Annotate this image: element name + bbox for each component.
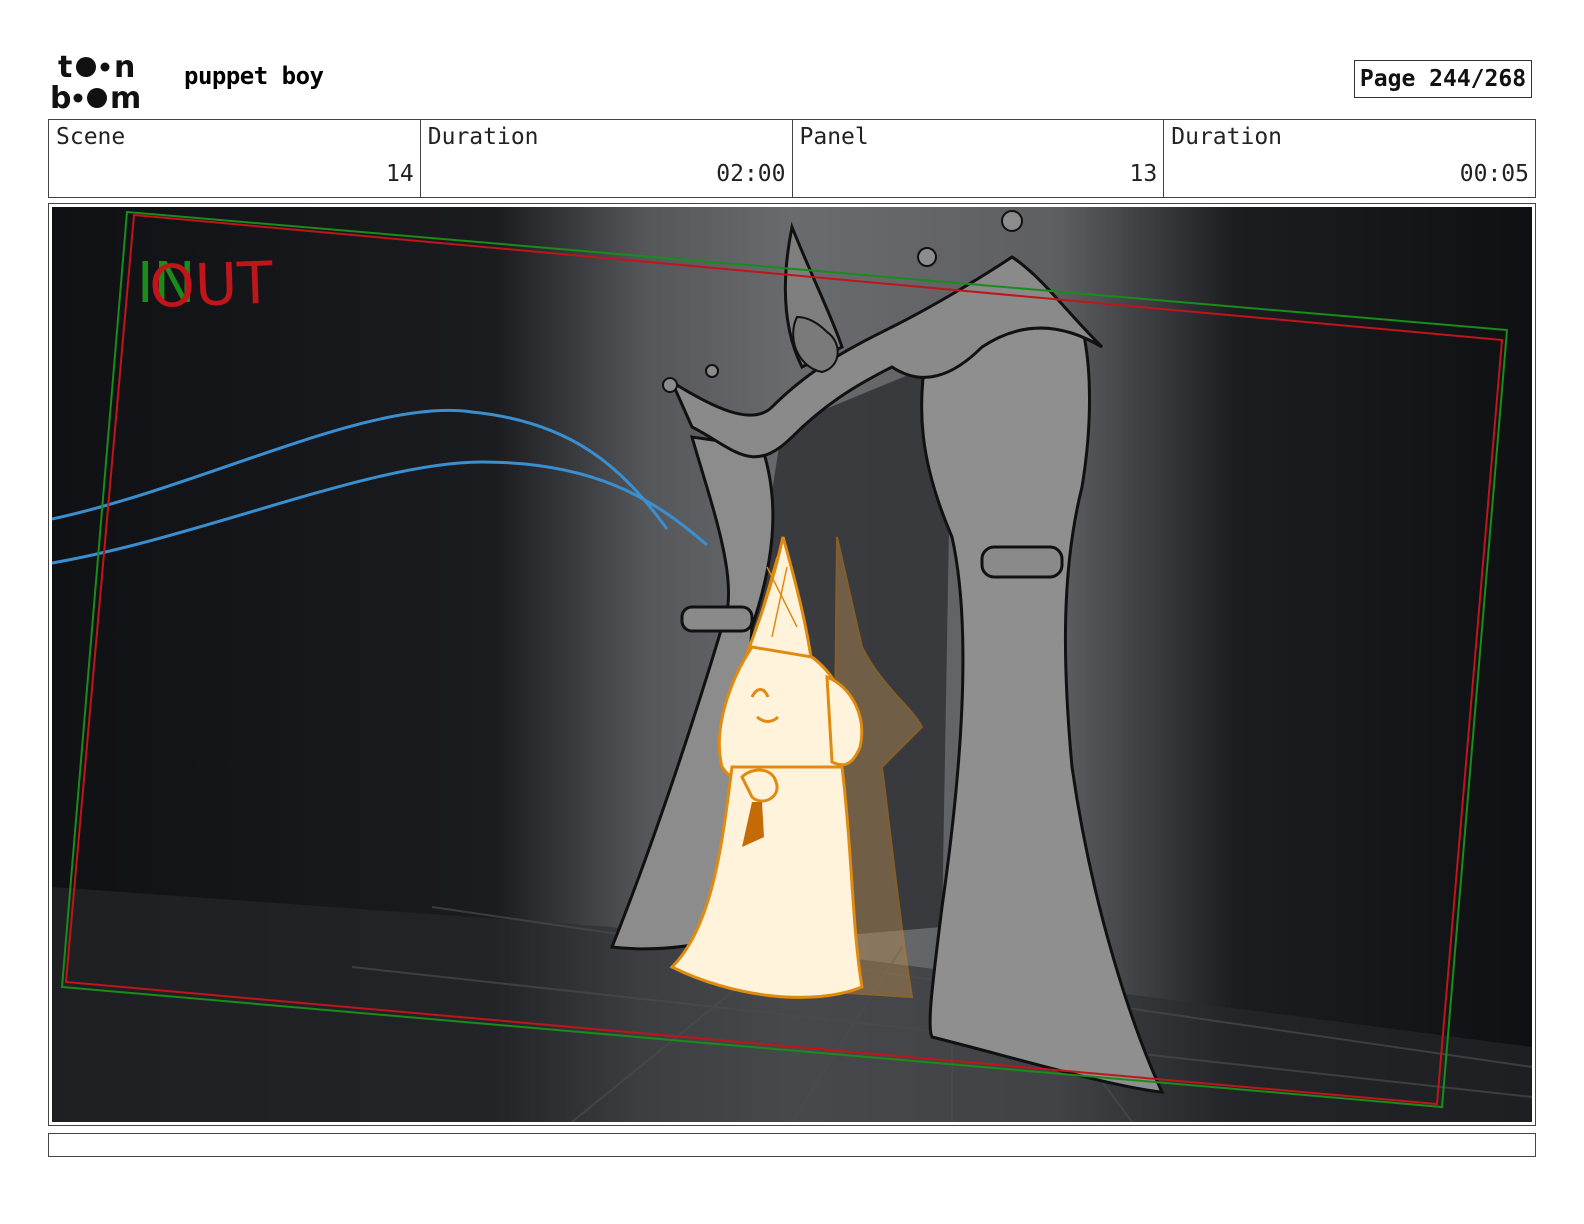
panel-info-row: Scene 14 Duration 02:00 Panel 13 Duratio… — [48, 119, 1536, 198]
storyboard-panel: IN OUT — [48, 203, 1536, 1126]
scene-cell: Scene 14 — [49, 120, 421, 197]
scene-duration-cell: Duration 02:00 — [421, 120, 793, 197]
scene-duration-label: Duration — [427, 124, 539, 150]
toon-boom-logo: t n b m — [50, 50, 141, 112]
svg-text:n: n — [114, 50, 135, 85]
panel-duration-cell: Duration 00:05 — [1164, 120, 1535, 197]
scene-duration-value: 02:00 — [716, 161, 786, 187]
camera-out-label: OUT — [148, 249, 274, 321]
panel-duration-label: Duration — [1171, 124, 1283, 150]
panel-value: 13 — [1129, 161, 1158, 187]
panel-notes — [48, 1133, 1536, 1157]
svg-text:m: m — [110, 81, 141, 112]
panel-drawing: IN OUT — [52, 207, 1532, 1122]
panel-cell: Panel 13 — [793, 120, 1165, 197]
svg-text:b: b — [50, 81, 71, 112]
project-title: puppet boy — [184, 62, 324, 90]
panel-label: Panel — [799, 124, 869, 150]
page-indicator: Page 244/268 — [1354, 60, 1532, 98]
svg-text:t: t — [58, 50, 72, 85]
panel-duration-value: 00:05 — [1459, 161, 1529, 187]
scene-label: Scene — [56, 124, 126, 150]
scene-value: 14 — [386, 161, 414, 187]
